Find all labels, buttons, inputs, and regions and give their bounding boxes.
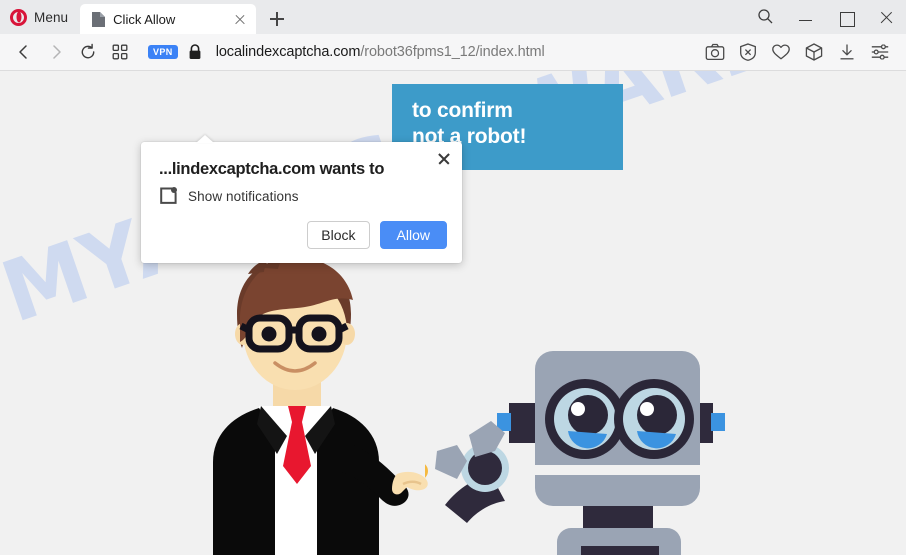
block-button[interactable]: Block [307,221,370,249]
url-host: localindexcaptcha.com [215,44,361,60]
notification-icon [159,187,177,205]
easy-setup-icon[interactable] [863,36,896,68]
tab-strip: Menu Click Allow [0,0,906,34]
page-viewport: MYANTISPYWARE.COM to confirm not a robot… [0,71,906,555]
ad-blocker-icon[interactable] [731,36,764,68]
toolbar-right [698,36,896,68]
menu-button-label: Menu [34,9,69,25]
forward-arrow-icon[interactable] [40,36,72,68]
address-toolbar: VPN localindexcaptcha.com/robot36fpms1_1… [0,34,906,71]
notification-permission-dialog: ...lindexcaptcha.com wants to Show notif… [141,142,462,263]
tab-title: Click Allow [113,11,176,27]
url-text[interactable]: localindexcaptcha.com/robot36fpms1_12/in… [216,44,545,60]
dialog-pointer-arrow [196,135,214,143]
permission-row: Show notifications [159,187,299,205]
heart-icon[interactable] [764,36,797,68]
close-icon[interactable] [435,150,453,168]
browser-tab[interactable]: Click Allow [80,4,257,34]
page-icon [92,11,106,27]
banner-line-1: to confirm [412,99,513,122]
downloads-icon[interactable] [830,36,863,68]
minimize-icon[interactable] [786,0,826,34]
speed-dial-grid-icon[interactable] [104,36,136,68]
opera-menu-button[interactable]: Menu [0,0,80,34]
robot-illustration [410,343,775,555]
url-path: /robot36fpms1_12/index.html [360,44,545,60]
dialog-title: ...lindexcaptcha.com wants to [159,160,385,178]
search-icon[interactable] [746,0,786,34]
window-controls [746,0,906,34]
close-icon[interactable] [232,11,248,27]
reload-icon[interactable] [72,36,104,68]
address-bar[interactable]: VPN localindexcaptcha.com/robot36fpms1_1… [136,36,698,68]
back-arrow-icon[interactable] [8,36,40,68]
opera-logo-icon [10,8,27,26]
vpn-badge[interactable]: VPN [148,45,178,59]
permission-label: Show notifications [188,188,299,204]
allow-button[interactable]: Allow [379,221,447,249]
dialog-actions: Block Allow [307,221,447,249]
close-icon[interactable] [866,0,906,34]
new-tab-button[interactable] [262,4,292,34]
maximize-icon[interactable] [826,0,866,34]
snapshot-icon[interactable] [698,36,731,68]
opera-browser-window: Menu Click Allow VPN localindexcaptcha.c… [0,0,906,555]
lock-icon[interactable] [188,44,202,60]
businessman-illustration [185,246,445,555]
cube-icon[interactable] [797,36,830,68]
